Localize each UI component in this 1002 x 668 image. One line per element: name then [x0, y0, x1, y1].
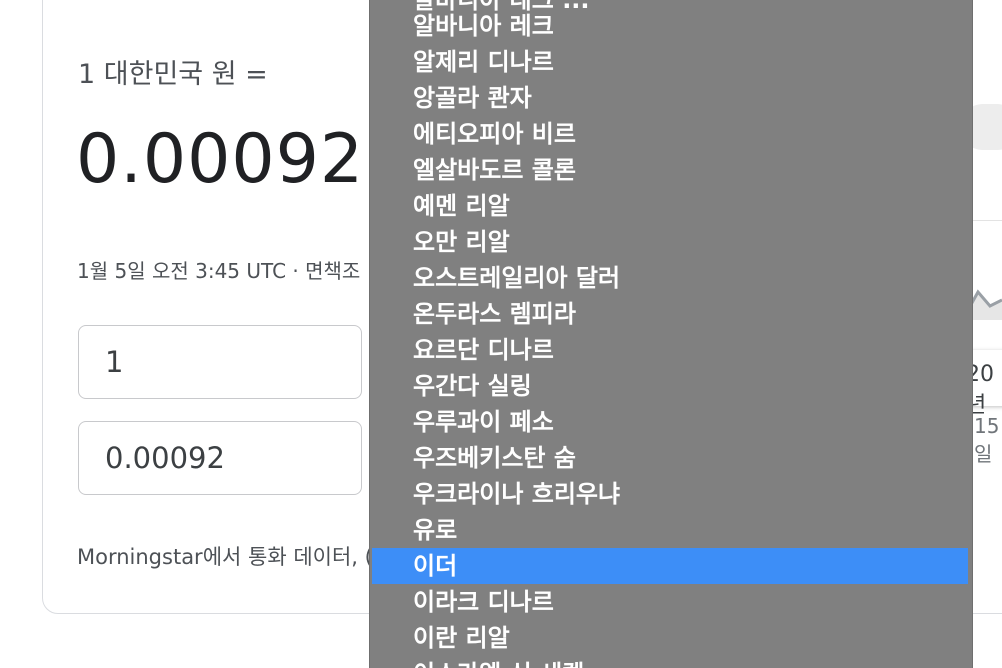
currency-option[interactable]: 알바니아 레크 — [372, 8, 968, 44]
currency-option[interactable]: 예멘 리알 — [372, 188, 968, 224]
currency-option[interactable]: 우크라이나 흐리우냐 — [372, 476, 968, 512]
currency-option-selected[interactable]: 이더 — [372, 548, 968, 584]
currency-option[interactable]: 이라크 디나르 — [372, 584, 968, 620]
currency-option[interactable]: 엘살바도르 콜론 — [372, 152, 968, 188]
currency-option[interactable]: 에티오피아 비르 — [372, 116, 968, 152]
currency-option[interactable]: 유로 — [372, 512, 968, 548]
currency-option[interactable]: 온두라스 렘피라 — [372, 296, 968, 332]
exchange-rate-line-chart — [968, 289, 1002, 320]
currency-option[interactable]: 오스트레일리아 달러 — [372, 260, 968, 296]
currency-option[interactable]: 오만 리알 — [372, 224, 968, 260]
currency-option[interactable]: 이스라엘 신 세켈 — [372, 656, 968, 668]
currency-option[interactable]: 우즈베키스탄 숨 — [372, 440, 968, 476]
currency-option[interactable]: 이란 리알 — [372, 620, 968, 656]
currency-dropdown-list[interactable]: 알바니아 레크 ... 알바니아 레크 알제리 디나르 앙골라 콴자 에티오피아… — [369, 0, 973, 668]
from-currency-label: 1 대한민국 원 = — [78, 59, 268, 90]
currency-option[interactable]: 요르단 디나르 — [372, 332, 968, 368]
currency-option[interactable]: 알제리 디나르 — [372, 44, 968, 80]
currency-option[interactable]: 우간다 실링 — [372, 368, 968, 404]
amount-input[interactable]: 1 — [78, 325, 362, 399]
data-source-text: Morningstar에서 통화 데이터, ( — [77, 545, 373, 569]
converted-amount-input[interactable]: 0.00092 — [78, 421, 362, 495]
currency-option[interactable]: 앙골라 콴자 — [372, 80, 968, 116]
chart-date-tick: 15일 — [974, 414, 1000, 466]
timestamp-disclaimer: 1월 5일 오전 3:45 UTC · 면책조 — [77, 259, 361, 283]
conversion-result: 0.00092 — [76, 120, 365, 199]
currency-option[interactable]: 우루과이 페소 — [372, 404, 968, 440]
